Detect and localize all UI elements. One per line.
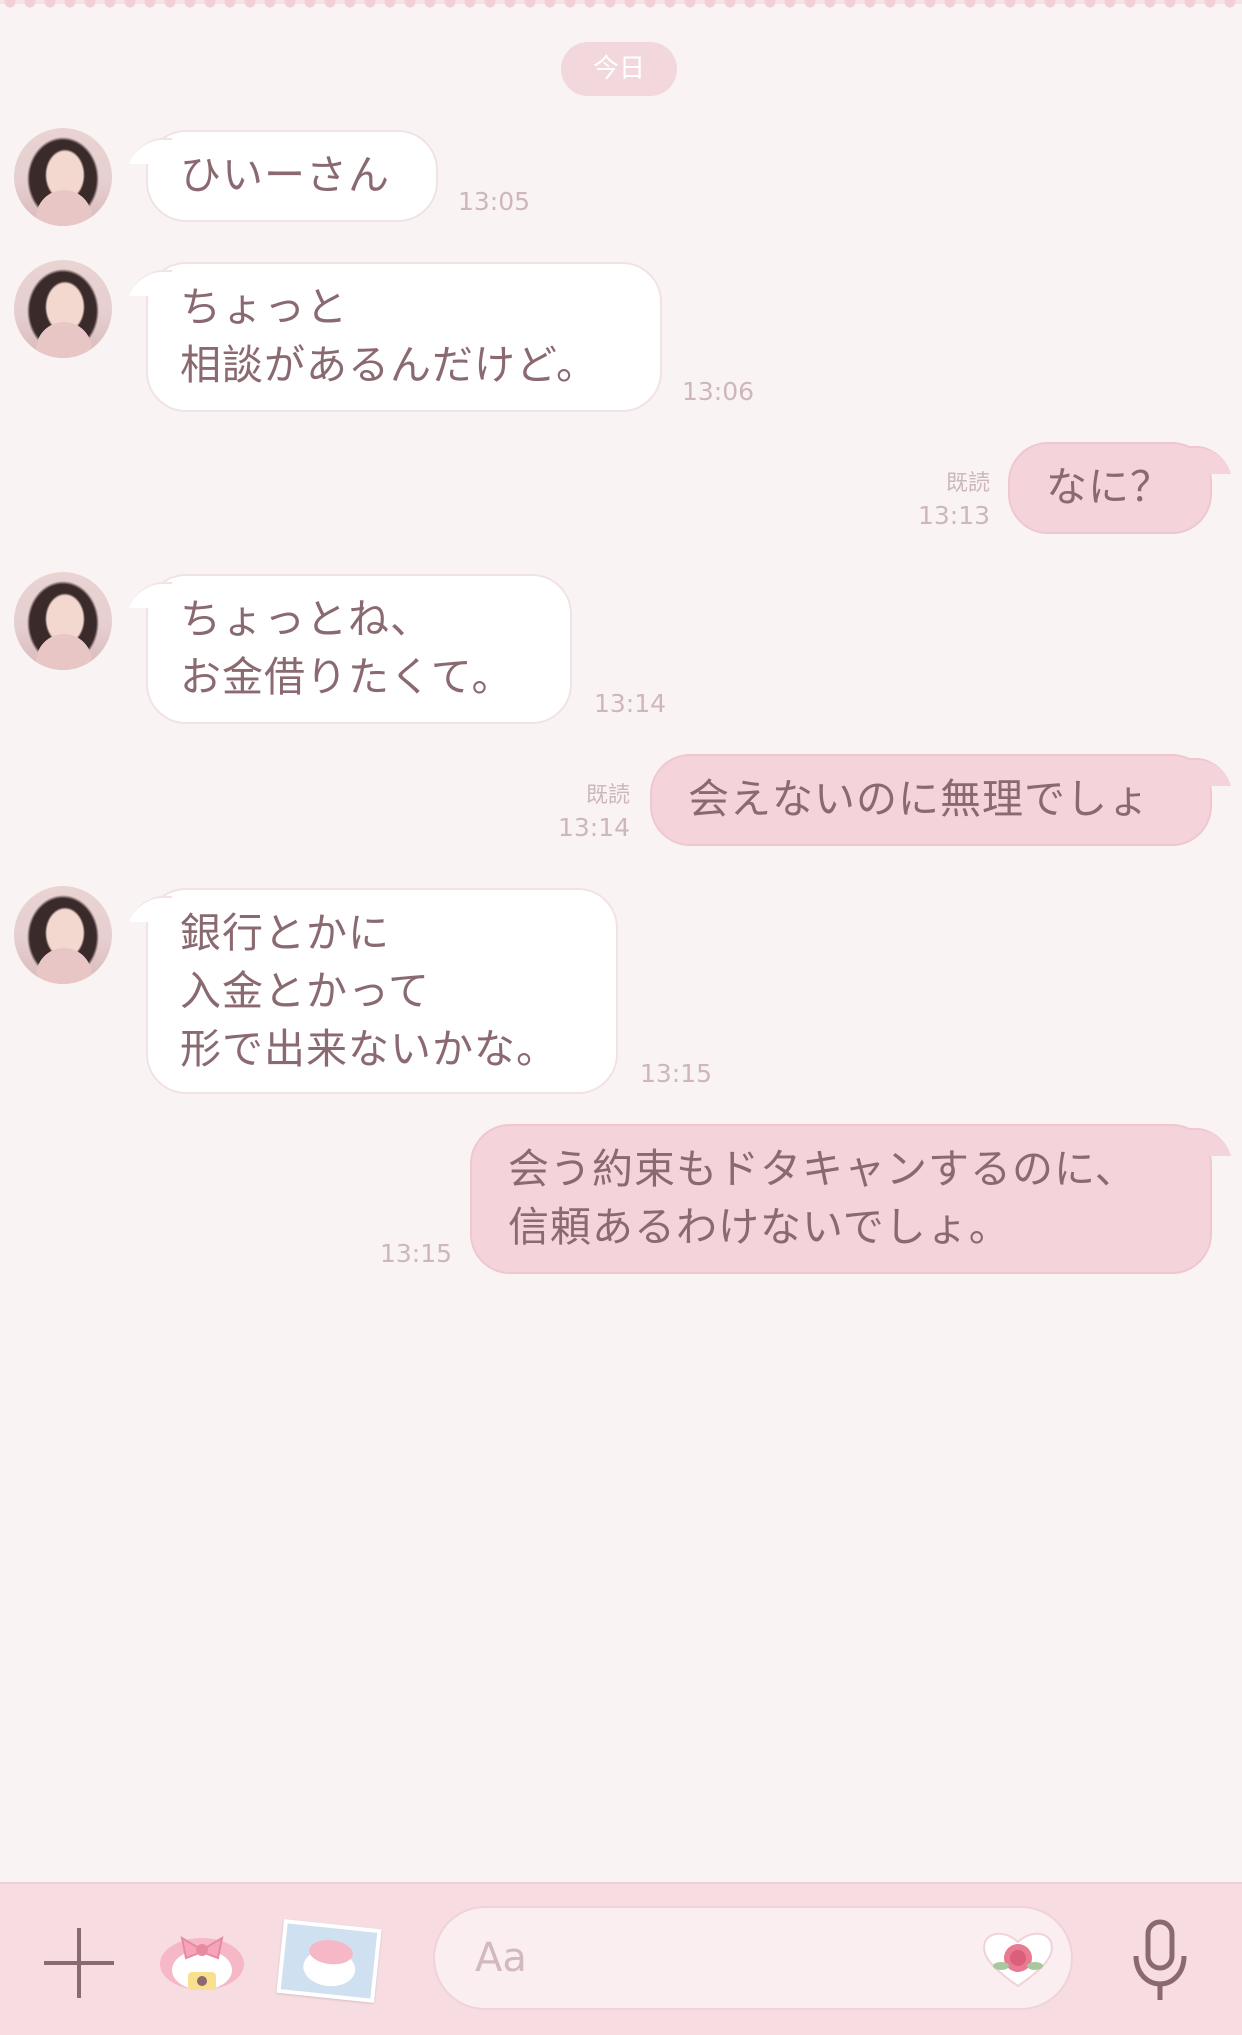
composer-bar: Aa [0, 1882, 1242, 2035]
message-time: 13:05 [458, 187, 531, 216]
message-meta: 既読 13:14 [540, 780, 630, 844]
message-input[interactable]: Aa [433, 1906, 1073, 2010]
incoming-message-bubble: 銀行とかに 入金とかって 形で出来ないかな。 [146, 888, 618, 1094]
contact-avatar[interactable] [14, 260, 112, 358]
outgoing-message-bubble: 会えないのに無理でしょ [650, 754, 1212, 846]
message-time: 13:06 [682, 377, 755, 406]
message-time: 13:13 [917, 501, 990, 530]
outgoing-message-bubble: 会う約束もドタキャンするのに、 信頼あるわけないでしょ。 [470, 1124, 1212, 1274]
date-separator: 今日 [561, 42, 677, 96]
message-time: 13:15 [380, 1239, 453, 1268]
lace-border [0, 0, 1242, 16]
heart-emoji-icon[interactable] [979, 1928, 1057, 1990]
message-input-placeholder: Aa [475, 1935, 527, 1981]
plus-icon[interactable] [44, 1928, 114, 1998]
incoming-message-bubble: ちょっとね、 お金借りたくて。 [146, 574, 572, 724]
contact-avatar[interactable] [14, 886, 112, 984]
message-meta: 既読 13:13 [900, 468, 990, 532]
contact-avatar[interactable] [14, 128, 112, 226]
message-time: 13:14 [557, 813, 630, 842]
incoming-message-bubble: ちょっと 相談があるんだけど。 [146, 262, 662, 412]
read-receipt: 既読 [945, 471, 990, 496]
message-time: 13:14 [594, 689, 667, 718]
microphone-icon[interactable] [1130, 1918, 1190, 2004]
message-time: 13:15 [640, 1059, 713, 1088]
read-receipt: 既読 [585, 783, 630, 808]
outgoing-message-bubble: なに？ [1008, 442, 1212, 534]
incoming-message-bubble: ひいーさん [146, 130, 438, 222]
photo-icon[interactable] [276, 1919, 382, 2003]
contact-avatar[interactable] [14, 572, 112, 670]
sticker-icon[interactable] [152, 1920, 252, 1996]
